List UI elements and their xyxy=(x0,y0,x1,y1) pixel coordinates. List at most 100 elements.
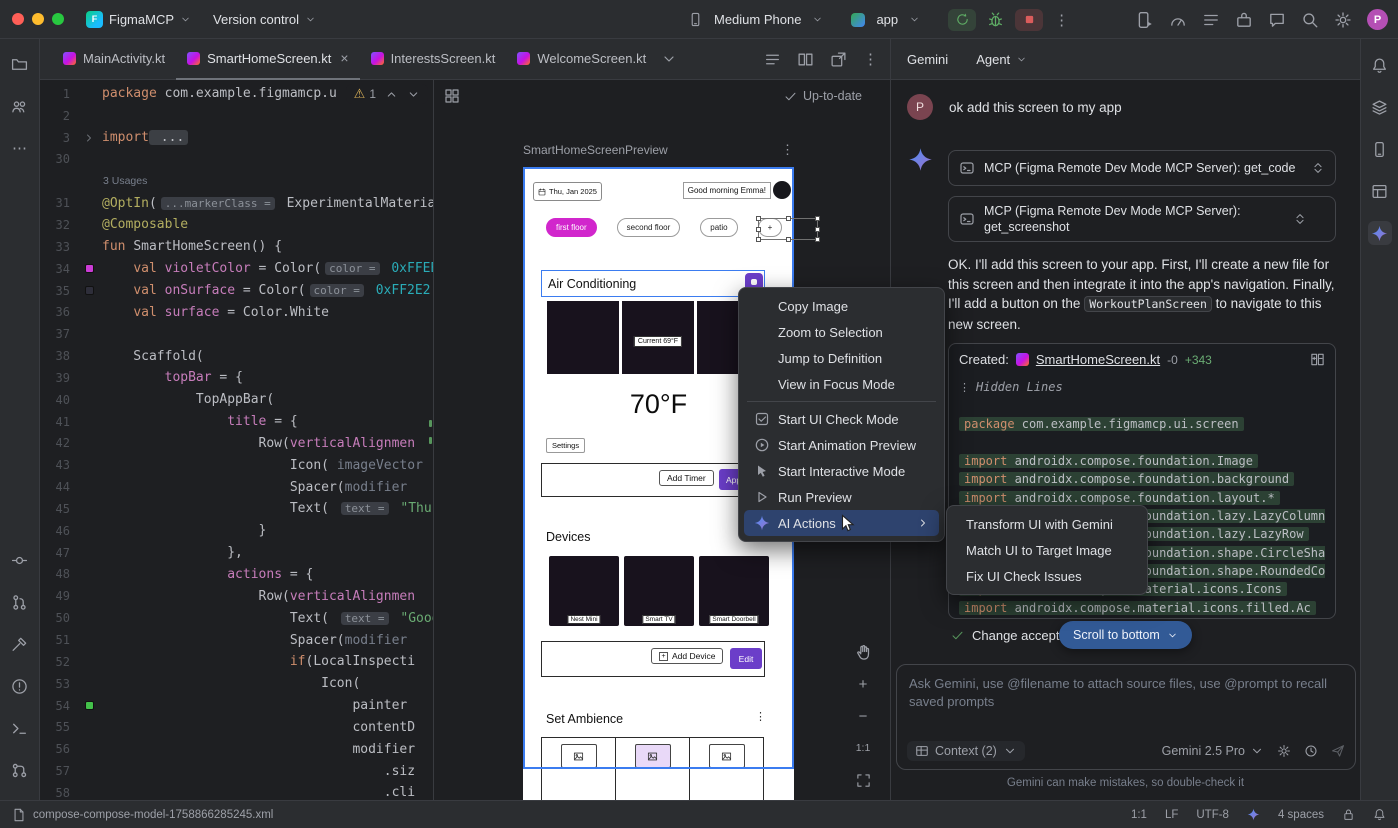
debug-button[interactable] xyxy=(987,11,1004,28)
code-editor[interactable]: 1package com.example.figmamcp.u23import … xyxy=(40,80,433,800)
menu-item-copy-image[interactable]: Copy Image xyxy=(744,293,939,319)
more-tools-icon[interactable]: ⋯ xyxy=(8,136,32,160)
rerun-button[interactable] xyxy=(948,9,976,31)
color-swatch-icon[interactable] xyxy=(85,264,94,273)
hidden-tabs-dropdown[interactable] xyxy=(661,51,677,67)
file-list-icon[interactable] xyxy=(764,51,781,68)
menu-item-jump-to-definition[interactable]: Jump to Definition xyxy=(744,345,939,371)
device-manager-icon[interactable] xyxy=(1368,137,1392,161)
preview-zoom-controls: + − 1:1 xyxy=(852,641,874,791)
logcat-icon[interactable] xyxy=(1202,11,1220,29)
problems-icon[interactable] xyxy=(8,674,32,698)
vcs-widget[interactable]: Version control xyxy=(213,12,316,27)
fold-icon[interactable] xyxy=(83,132,95,144)
tab-gemini[interactable]: Gemini xyxy=(907,52,948,67)
window-controls[interactable] xyxy=(12,13,64,25)
expand-icon[interactable] xyxy=(1293,212,1307,226)
inspection-widget[interactable]: ⚠ 1 xyxy=(346,84,428,104)
readonly-lock-icon[interactable] xyxy=(1342,808,1355,821)
project-selector[interactable]: F FigmaMCP xyxy=(86,11,191,28)
settings-icon[interactable] xyxy=(1277,744,1291,758)
terminal-icon[interactable] xyxy=(8,716,32,740)
gemini-input[interactable]: Ask Gemini, use @filename to attach sour… xyxy=(896,664,1356,770)
profile-avatar[interactable]: P xyxy=(1367,9,1388,30)
editor-tab-WelcomeScreen.kt[interactable]: WelcomeScreen.kt xyxy=(506,39,657,80)
notifications-icon[interactable] xyxy=(1373,808,1386,821)
run-config-selector[interactable]: app xyxy=(876,12,898,27)
stop-button[interactable] xyxy=(1015,9,1043,31)
preview-options-button[interactable]: ⋮ xyxy=(781,142,794,158)
menu-item-start-animation-preview[interactable]: Start Animation Preview xyxy=(744,432,939,458)
send-icon[interactable] xyxy=(1331,744,1345,758)
expand-icon[interactable] xyxy=(1311,161,1325,175)
extensions-icon[interactable] xyxy=(1235,11,1253,29)
history-icon[interactable] xyxy=(1304,744,1318,758)
prev-issue-icon[interactable] xyxy=(385,88,398,101)
created-file-link[interactable]: SmartHomeScreen.kt xyxy=(1036,352,1160,367)
project-folder-icon[interactable] xyxy=(8,52,32,76)
chevron-down-icon[interactable] xyxy=(909,14,920,25)
search-icon[interactable] xyxy=(1301,11,1319,29)
split-editor-icon[interactable] xyxy=(797,51,814,68)
color-swatch-icon[interactable] xyxy=(85,286,94,295)
layout-inspector-icon[interactable] xyxy=(1368,179,1392,203)
color-swatch-icon[interactable] xyxy=(85,701,94,710)
menu-item-start-ui-check-mode[interactable]: Start UI Check Mode xyxy=(744,406,939,432)
running-devices-icon[interactable] xyxy=(1136,11,1154,29)
zoom-to-fit-button[interactable] xyxy=(852,769,874,791)
menu-item-zoom-to-selection[interactable]: Zoom to Selection xyxy=(744,319,939,345)
line-separator[interactable]: LF xyxy=(1165,809,1178,821)
submenu-item-transform-ui-with-gemini[interactable]: Transform UI with Gemini xyxy=(952,511,1142,537)
editor-tab-InterestsScreen.kt[interactable]: InterestsScreen.kt xyxy=(360,39,507,80)
version-control-icon[interactable] xyxy=(8,758,32,782)
commit-icon[interactable] xyxy=(8,548,32,572)
scroll-to-bottom-button[interactable]: Scroll to bottom xyxy=(1059,621,1192,649)
editor-tab-SmartHomeScreen.kt[interactable]: SmartHomeScreen.kt× xyxy=(176,39,359,80)
right-tool-strip xyxy=(1360,39,1398,800)
open-diff-icon[interactable] xyxy=(1310,352,1325,367)
submenu-item-fix-ui-check-issues[interactable]: Fix UI Check Issues xyxy=(952,563,1142,589)
more-run-options-button[interactable]: ⋮ xyxy=(1054,11,1069,29)
menu-item-ai-actions[interactable]: AI Actions xyxy=(744,510,939,536)
tab-agent[interactable]: Agent xyxy=(976,52,1027,67)
indent-setting[interactable]: 4 spaces xyxy=(1278,809,1324,821)
caret-position[interactable]: 1:1 xyxy=(1131,809,1147,821)
profiler-icon[interactable] xyxy=(1169,11,1187,29)
assistant-icon[interactable] xyxy=(1268,11,1286,29)
device-selector[interactable]: Medium Phone xyxy=(714,12,801,27)
model-selector[interactable]: Gemini 2.5 Pro xyxy=(1162,744,1264,758)
file-encoding[interactable]: UTF-8 xyxy=(1196,809,1229,821)
settings-icon[interactable] xyxy=(1334,11,1352,29)
preview-layout-icon[interactable] xyxy=(444,88,460,104)
pan-tool-button[interactable] xyxy=(852,641,874,663)
maximize-window-button[interactable] xyxy=(52,13,64,25)
close-tab-icon[interactable]: × xyxy=(340,50,348,66)
zoom-ratio-button[interactable]: 1:1 xyxy=(852,737,874,759)
chevron-down-icon[interactable] xyxy=(812,14,823,25)
build-icon[interactable] xyxy=(8,632,32,656)
build-variants-icon[interactable] xyxy=(1368,95,1392,119)
gemini-status-icon[interactable] xyxy=(1247,808,1260,821)
menu-item-start-interactive-mode[interactable]: Start Interactive Mode xyxy=(744,458,939,484)
detach-window-icon[interactable] xyxy=(830,51,847,68)
tool-call-get-screenshot[interactable]: MCP (Figma Remote Dev Mode MCP Server): … xyxy=(948,196,1336,242)
gemini-icon[interactable] xyxy=(1368,221,1392,245)
zoom-out-button[interactable]: − xyxy=(852,705,874,727)
close-window-button[interactable] xyxy=(12,13,24,25)
statusbar-file[interactable]: compose-compose-model-1758866285245.xml xyxy=(12,808,273,822)
submenu-item-match-ui-to-target-image[interactable]: Match UI to Target Image xyxy=(952,537,1142,563)
user-avatar xyxy=(773,181,791,199)
ac-panel: Current 69°F xyxy=(547,301,769,374)
editor-tab-MainActivity.kt[interactable]: MainActivity.kt xyxy=(52,39,176,80)
zoom-in-button[interactable]: + xyxy=(852,673,874,695)
context-selector[interactable]: Context (2) xyxy=(907,741,1025,761)
notifications-icon[interactable] xyxy=(1368,53,1392,77)
menu-item-view-in-focus-mode[interactable]: View in Focus Mode xyxy=(744,371,939,397)
editor-more-options-button[interactable]: ⋮ xyxy=(863,50,878,68)
tool-call-get-code[interactable]: MCP (Figma Remote Dev Mode MCP Server): … xyxy=(948,150,1336,186)
pull-requests-icon[interactable] xyxy=(8,590,32,614)
team-icon[interactable] xyxy=(8,94,32,118)
menu-item-run-preview[interactable]: Run Preview xyxy=(744,484,939,510)
minimize-window-button[interactable] xyxy=(32,13,44,25)
next-issue-icon[interactable] xyxy=(407,88,420,101)
